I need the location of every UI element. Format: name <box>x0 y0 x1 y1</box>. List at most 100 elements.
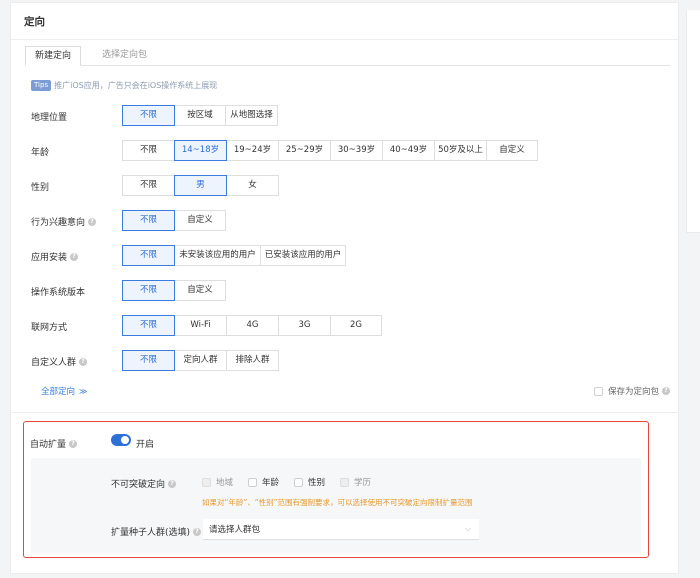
select-placeholder: 请选择人群包 <box>209 525 261 535</box>
help-icon[interactable]: ? <box>70 252 79 261</box>
row-label-text: 自定义人群 <box>31 358 77 368</box>
app-install-options: 不限 未安装该应用的用户 已安装该应用的用户 <box>122 245 346 266</box>
no-break-option-region: 地域 <box>202 476 233 488</box>
row-label-age: 年龄 <box>31 145 49 158</box>
option-label: 年龄 <box>262 478 280 488</box>
row-label-os-version: 操作系统版本 <box>31 285 85 298</box>
row-label-gender: 性别 <box>31 180 49 193</box>
help-icon[interactable]: ? <box>193 527 202 536</box>
help-icon[interactable]: ? <box>69 439 78 448</box>
all-targeting-label: 全部定向 <box>41 387 76 397</box>
tips-text: 推广iOS应用，广告只会在iOS操作系统上展现 <box>54 81 218 90</box>
option-audience-unlimited[interactable]: 不限 <box>122 350 175 371</box>
chevron-down-icon: ⌵ <box>464 524 471 533</box>
tab-select-targeting-pack[interactable]: 选择定向包 <box>93 46 156 66</box>
save-pack-label: 保存为定向包 <box>608 387 660 397</box>
option-network-3g[interactable]: 3G <box>278 315 331 336</box>
checkbox[interactable] <box>294 477 304 487</box>
row-label-text: 行为兴趣意向 <box>31 218 86 228</box>
gender-options: 不限 男 女 <box>122 175 279 196</box>
option-gender-female[interactable]: 女 <box>226 175 279 196</box>
seed-audience-label: 扩量种子人群(选填) ? <box>111 525 202 538</box>
tips-banner: Tips 推广iOS应用，广告只会在iOS操作系统上展现 <box>31 80 217 91</box>
double-chevron-down-icon: ≫ <box>79 386 88 396</box>
row-label-text: 应用安装 <box>31 253 68 263</box>
no-break-label-text: 不可突破定向 <box>111 480 166 490</box>
tab-new-targeting[interactable]: 新建定向 <box>25 46 82 66</box>
no-break-warning: 如果对“年龄”、“性别”范围有强制要求，可以选择使用不可突破定向限制扩量范围 <box>202 498 473 507</box>
card-title: 定向 <box>24 16 45 28</box>
row-label-text: 联网方式 <box>31 323 68 333</box>
option-os-unlimited[interactable]: 不限 <box>122 280 175 301</box>
option-gender-male[interactable]: 男 <box>174 175 227 196</box>
option-label: 性别 <box>308 478 326 488</box>
option-age-25-29[interactable]: 25~29岁 <box>278 140 331 161</box>
row-label-location: 地理位置 <box>31 110 67 123</box>
seed-label-text: 扩量种子人群(选填) <box>111 528 191 538</box>
option-label: 地域 <box>216 478 234 488</box>
option-network-wifi[interactable]: Wi-Fi <box>174 315 227 336</box>
os-version-options: 不限 自定义 <box>122 280 226 301</box>
section-divider <box>11 412 678 413</box>
row-label-interest: 行为兴趣意向 ? <box>31 215 97 228</box>
option-age-19-24[interactable]: 19~24岁 <box>226 140 279 161</box>
checkbox <box>340 477 350 487</box>
option-network-2g[interactable]: 2G <box>330 315 382 336</box>
option-label: 学历 <box>354 478 372 488</box>
no-break-option-education: 学历 <box>340 476 371 488</box>
option-location-by-region[interactable]: 按区域 <box>174 105 226 126</box>
interest-options: 不限 自定义 <box>122 210 226 231</box>
option-network-unlimited[interactable]: 不限 <box>122 315 175 336</box>
no-break-option-age[interactable]: 年龄 <box>248 476 279 488</box>
option-location-unlimited[interactable]: 不限 <box>122 105 175 126</box>
checkbox <box>202 477 211 487</box>
location-options: 不限 按区域 从地图选择 <box>122 105 278 126</box>
option-age-50-plus[interactable]: 50岁及以上 <box>434 140 487 161</box>
option-age-unlimited[interactable]: 不限 <box>122 140 175 161</box>
save-as-pack[interactable]: 保存为定向包 ? <box>594 385 671 397</box>
option-interest-custom[interactable]: 自定义 <box>174 210 226 231</box>
no-break-option-gender[interactable]: 性别 <box>294 476 325 488</box>
option-location-from-map[interactable]: 从地图选择 <box>225 105 278 126</box>
option-gender-unlimited[interactable]: 不限 <box>122 175 175 196</box>
all-targeting-link[interactable]: 全部定向 ≫ <box>41 385 88 398</box>
adjacent-panel-edge <box>686 10 700 233</box>
no-break-options: 地域 年龄 性别 学历 <box>202 476 386 488</box>
tips-badge: Tips <box>31 80 52 91</box>
row-label-custom-audience: 自定义人群 ? <box>31 355 88 368</box>
checkbox[interactable] <box>248 477 258 487</box>
row-label-text: 年龄 <box>31 148 50 158</box>
auto-expand-label: 自动扩量 ? <box>30 437 78 450</box>
option-age-40-49[interactable]: 40~49岁 <box>382 140 435 161</box>
help-icon[interactable]: ? <box>662 387 671 395</box>
age-options: 不限 14~18岁 19~24岁 25~29岁 30~39岁 40~49岁 50… <box>122 140 538 161</box>
option-interest-unlimited[interactable]: 不限 <box>122 210 175 231</box>
seed-audience-select[interactable]: 请选择人群包 ⌵ <box>203 519 479 540</box>
option-app-not-installed[interactable]: 未安装该应用的用户 <box>174 245 261 266</box>
custom-audience-options: 不限 定向人群 排除人群 <box>122 350 279 371</box>
no-break-targeting-label: 不可突破定向 ? <box>111 477 177 490</box>
toggle-label: 开启 <box>136 440 155 450</box>
auto-expand-toggle[interactable] <box>111 434 131 446</box>
row-label-text: 地理位置 <box>31 113 68 123</box>
option-os-custom[interactable]: 自定义 <box>174 280 226 301</box>
row-label-network: 联网方式 <box>31 320 67 333</box>
row-label-app-install: 应用安装 ? <box>31 250 79 263</box>
network-options: 不限 Wi-Fi 4G 3G 2G <box>122 315 382 336</box>
option-audience-include[interactable]: 定向人群 <box>174 350 227 371</box>
help-icon[interactable]: ? <box>88 217 97 226</box>
option-age-30-39[interactable]: 30~39岁 <box>330 140 383 161</box>
tab-underline <box>25 65 670 66</box>
save-pack-checkbox[interactable] <box>594 386 603 396</box>
help-icon[interactable]: ? <box>79 357 88 366</box>
option-app-install-unlimited[interactable]: 不限 <box>122 245 175 266</box>
auto-expand-label-text: 自动扩量 <box>30 440 67 450</box>
help-icon[interactable]: ? <box>168 479 177 488</box>
title-divider <box>11 39 678 40</box>
option-age-14-18[interactable]: 14~18岁 <box>174 140 227 161</box>
option-network-4g[interactable]: 4G <box>226 315 279 336</box>
option-app-installed[interactable]: 已安装该应用的用户 <box>260 245 346 266</box>
row-label-text: 性别 <box>31 183 50 193</box>
option-audience-exclude[interactable]: 排除人群 <box>226 350 279 371</box>
option-age-custom[interactable]: 自定义 <box>486 140 538 161</box>
